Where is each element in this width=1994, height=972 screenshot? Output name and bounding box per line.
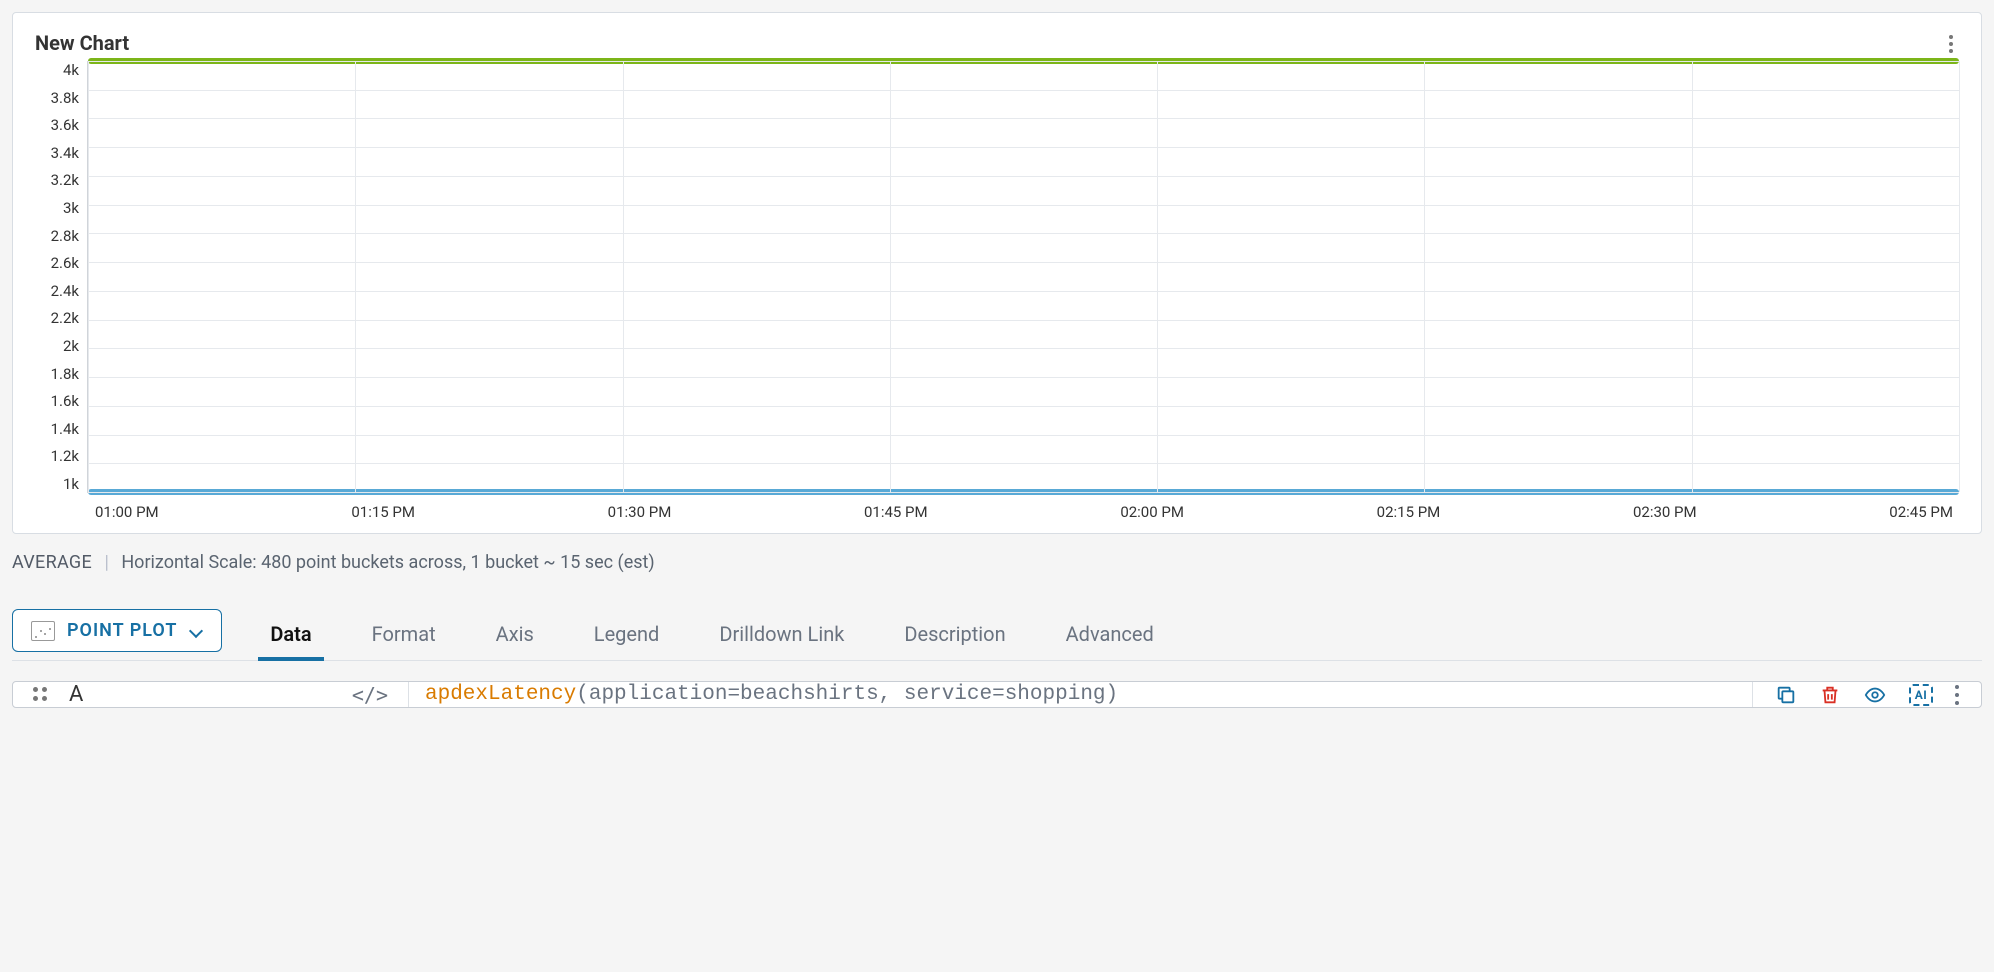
hgrid-line: [88, 348, 1959, 349]
x-tick-label: 02:15 PM: [1377, 503, 1441, 521]
horizontal-scale-text: Horizontal Scale: 480 point buckets acro…: [121, 552, 654, 573]
tab-format[interactable]: Format: [342, 610, 466, 660]
hgrid-line: [88, 377, 1959, 378]
plot-area: 4k 3.8k 3.6k 3.4k 3.2k 3k 2.8k 2.6k 2.4k 2.2k 2k 1.…: [35, 61, 1959, 493]
controls-row: POINT PLOT DataFormatAxisLegendDrilldown…: [12, 609, 1982, 661]
clone-query-icon[interactable]: [1775, 684, 1797, 706]
vgrid-line: [1424, 61, 1425, 492]
tabs: DataFormatAxisLegendDrilldown LinkDescri…: [240, 610, 1982, 660]
hgrid-line: [88, 176, 1959, 177]
status-bar: AVERAGE | Horizontal Scale: 480 point bu…: [12, 552, 1982, 573]
tab-data[interactable]: Data: [240, 610, 341, 660]
vgrid-line: [1959, 61, 1960, 492]
hgrid-line: [88, 406, 1959, 407]
x-tick-label: 01:15 PM: [351, 503, 415, 521]
hgrid-line: [88, 118, 1959, 119]
point-plot-icon: [31, 621, 55, 641]
query-actions: AI: [1752, 682, 1981, 707]
chart-menu-kebab-icon[interactable]: [1949, 35, 1953, 53]
hgrid-line: [88, 262, 1959, 263]
y-tick-label: 3.2k: [35, 171, 79, 189]
chevron-down-icon: [189, 624, 203, 638]
x-tick-label: 02:30 PM: [1633, 503, 1697, 521]
y-tick-label: 4k: [35, 61, 79, 79]
chart-card: New Chart 4k 3.8k 3.6k 3.4k 3.2k 3k 2.8k 2.6k 2.…: [12, 12, 1982, 534]
hgrid-line: [88, 205, 1959, 206]
query-args: (application=beachshirts, service=shoppi…: [576, 683, 1118, 706]
tab-axis[interactable]: Axis: [466, 610, 564, 660]
hgrid-line: [88, 320, 1959, 321]
vgrid-line: [355, 61, 356, 492]
query-editor[interactable]: apdexLatency(application=beachshirts, se…: [409, 682, 1752, 707]
plot-type-label: POINT PLOT: [67, 620, 177, 641]
y-tick-label: 1.2k: [35, 447, 79, 465]
y-tick-label: 2k: [35, 337, 79, 355]
hgrid-line: [88, 435, 1959, 436]
vgrid-line: [1692, 61, 1693, 492]
hgrid-line: [88, 147, 1959, 148]
delete-query-icon[interactable]: [1819, 684, 1841, 706]
query-row: A </> apdexLatency(application=beachshir…: [12, 681, 1982, 708]
vgrid-line: [88, 61, 89, 492]
y-tick-label: 3.4k: [35, 144, 79, 162]
plot-canvas[interactable]: [87, 61, 1959, 493]
ai-badge-label: AI: [1909, 684, 1933, 706]
drag-handle-icon: [33, 687, 49, 703]
y-tick-label: 1k: [35, 475, 79, 493]
vgrid-line: [623, 61, 624, 492]
y-tick-label: 3k: [35, 199, 79, 217]
query-function-name: apdexLatency: [425, 683, 576, 706]
hgrid-line: [88, 463, 1959, 464]
hgrid-line: [88, 90, 1959, 91]
y-tick-label: 1.6k: [35, 392, 79, 410]
x-tick-label: 02:45 PM: [1889, 503, 1953, 521]
y-tick-label: 3.8k: [35, 89, 79, 107]
y-tick-label: 1.4k: [35, 420, 79, 438]
query-menu-kebab-icon[interactable]: [1955, 685, 1959, 705]
drag-handle[interactable]: [13, 682, 69, 707]
code-toggle-icon[interactable]: </>: [352, 683, 388, 707]
summarization-label[interactable]: AVERAGE: [12, 552, 92, 573]
y-axis: 4k 3.8k 3.6k 3.4k 3.2k 3k 2.8k 2.6k 2.4k 2.2k 2k 1.…: [35, 61, 87, 493]
x-tick-label: 01:45 PM: [864, 503, 928, 521]
tab-legend[interactable]: Legend: [564, 610, 690, 660]
hgrid-line: [88, 233, 1959, 234]
x-tick-label: 01:30 PM: [608, 503, 672, 521]
query-label-cell: A </>: [69, 682, 409, 707]
tab-drilldown-link[interactable]: Drilldown Link: [689, 610, 874, 660]
hgrid-line: [88, 492, 1959, 493]
y-tick-label: 2.2k: [35, 309, 79, 327]
plot-type-dropdown[interactable]: POINT PLOT: [12, 609, 222, 652]
vgrid-line: [890, 61, 891, 492]
hgrid-line: [88, 61, 1959, 62]
y-tick-label: 1.8k: [35, 365, 79, 383]
y-tick-label: 3.6k: [35, 116, 79, 134]
x-axis: 01:00 PM 01:15 PM 01:30 PM 01:45 PM 02:00 PM…: [35, 503, 1959, 521]
hgrid-line: [88, 291, 1959, 292]
y-tick-label: 2.8k: [35, 227, 79, 245]
y-tick-label: 2.4k: [35, 282, 79, 300]
query-series-label[interactable]: A: [69, 682, 83, 707]
chart-title: New Chart: [35, 31, 1959, 55]
tab-advanced[interactable]: Advanced: [1036, 610, 1184, 660]
status-divider: |: [104, 552, 108, 573]
toggle-visibility-icon[interactable]: [1863, 684, 1887, 706]
ai-assist-button[interactable]: AI: [1909, 684, 1933, 706]
x-tick-label: 02:00 PM: [1120, 503, 1184, 521]
vgrid-line: [1157, 61, 1158, 492]
x-tick-label: 01:00 PM: [95, 503, 159, 521]
y-tick-label: 2.6k: [35, 254, 79, 272]
tab-description[interactable]: Description: [874, 610, 1035, 660]
